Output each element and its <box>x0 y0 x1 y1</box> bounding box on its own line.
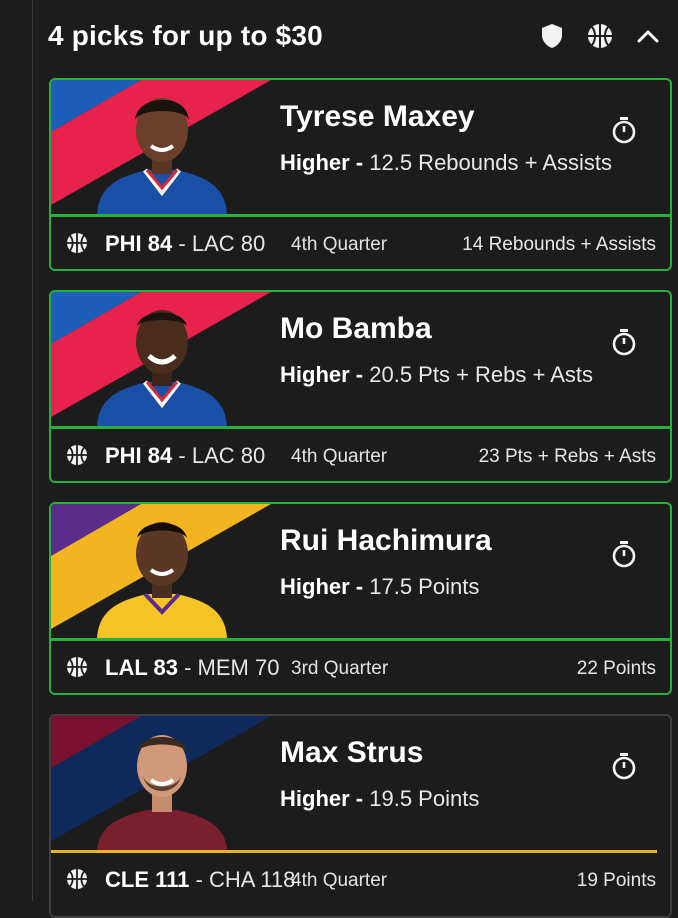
game-period: 4th Quarter <box>291 446 388 467</box>
stopwatch-icon <box>610 540 638 568</box>
pick-direction: Higher <box>280 574 350 599</box>
game-status-row: PHI 84 - LAC 80 4th Quarter 14 Rebounds … <box>51 217 670 269</box>
basketball-icon <box>66 232 88 254</box>
game-period: 4th Quarter <box>291 870 388 891</box>
panel-title: 4 picks for up to $30 <box>48 20 323 51</box>
pick-line: Higher - 17.5 Points <box>280 574 479 600</box>
player-avatar <box>97 84 227 214</box>
current-stat: 22 Points <box>576 658 656 679</box>
basketball-icon <box>66 444 88 466</box>
pick-separator: - <box>349 150 370 175</box>
pick-projection: 12.5 Rebounds + Assists <box>369 150 613 175</box>
pick-direction: Higher <box>280 786 350 811</box>
pick-card[interactable]: Tyrese Maxey Higher - 12.5 Rebounds + As… <box>49 78 672 271</box>
team-a-score: LAL 83 <box>105 655 178 680</box>
stopwatch-icon <box>610 752 638 780</box>
pick-direction: Higher <box>280 150 350 175</box>
player-name: Tyrese Maxey <box>280 100 475 133</box>
chevron-up-icon[interactable] <box>633 21 663 51</box>
player-avatar <box>97 296 227 426</box>
team-b-score: CHA 118 <box>208 867 296 892</box>
score-separator: - <box>189 867 209 892</box>
game-status-row: LAL 83 - MEM 70 3rd Quarter 22 Points <box>51 641 670 693</box>
pick-line: Higher - 12.5 Rebounds + Assists <box>280 150 612 176</box>
game-status-row: CLE 111 - CHA 118 4th Quarter 19 Points <box>51 853 670 905</box>
team-b-score: LAC 80 <box>191 231 266 256</box>
pick-separator: - <box>349 786 370 811</box>
pick-separator: - <box>349 362 370 387</box>
basketball-icon <box>66 868 88 890</box>
score-separator: - <box>177 655 198 680</box>
pick-separator: - <box>349 574 370 599</box>
stopwatch-icon <box>610 328 638 356</box>
game-score: CLE 111 - CHA 118 <box>105 867 295 893</box>
left-rail <box>0 0 33 901</box>
pick-card[interactable]: Mo Bamba Higher - 20.5 Pts + Rebs + Asts… <box>49 290 672 483</box>
game-period: 4th Quarter <box>291 234 388 255</box>
pick-card[interactable]: Rui Hachimura Higher - 17.5 Points LAL 8… <box>49 502 672 695</box>
pick-card[interactable]: Max Strus Higher - 19.5 Points CLE 111 -… <box>49 714 672 918</box>
pick-line: Higher - 19.5 Points <box>280 786 479 812</box>
game-score: LAL 83 - MEM 70 <box>105 655 279 681</box>
pick-card-top: Max Strus Higher - 19.5 Points <box>51 716 670 850</box>
team-a-score: CLE 111 <box>105 867 190 892</box>
basketball-icon[interactable] <box>585 21 615 51</box>
pick-projection: 19.5 Points <box>369 786 480 811</box>
pick-direction: Higher <box>280 362 350 387</box>
team-b-score: MEM 70 <box>197 655 280 680</box>
player-name: Rui Hachimura <box>280 524 492 557</box>
panel-header: 4 picks for up to $30 <box>48 16 663 56</box>
game-score: PHI 84 - LAC 80 <box>105 443 265 469</box>
player-avatar <box>97 508 227 638</box>
pick-projection: 20.5 Pts + Rebs + Asts <box>369 362 594 387</box>
current-stat: 14 Rebounds + Assists <box>462 234 656 255</box>
team-b-score: LAC 80 <box>191 443 266 468</box>
current-stat: 19 Points <box>576 870 656 891</box>
picks-panel: 4 picks for up to $30 Tyrese Maxey Highe… <box>33 0 678 918</box>
score-separator: - <box>172 443 192 468</box>
game-period: 3rd Quarter <box>291 658 389 679</box>
game-score: PHI 84 - LAC 80 <box>105 231 265 257</box>
pick-line: Higher - 20.5 Pts + Rebs + Asts <box>280 362 593 388</box>
player-avatar <box>97 720 227 850</box>
player-name: Max Strus <box>280 736 424 769</box>
pick-card-top: Mo Bamba Higher - 20.5 Pts + Rebs + Asts <box>51 292 670 426</box>
basketball-icon <box>66 656 88 678</box>
player-name: Mo Bamba <box>280 312 432 345</box>
stopwatch-icon <box>610 116 638 144</box>
pick-card-top: Tyrese Maxey Higher - 12.5 Rebounds + As… <box>51 80 670 214</box>
shield-icon[interactable] <box>537 21 567 51</box>
pick-projection: 17.5 Points <box>369 574 480 599</box>
game-status-row: PHI 84 - LAC 80 4th Quarter 23 Pts + Reb… <box>51 429 670 481</box>
current-stat: 23 Pts + Rebs + Asts <box>478 446 656 467</box>
team-a-score: PHI 84 <box>105 443 173 468</box>
team-a-score: PHI 84 <box>105 231 173 256</box>
pick-card-top: Rui Hachimura Higher - 17.5 Points <box>51 504 670 638</box>
score-separator: - <box>172 231 192 256</box>
